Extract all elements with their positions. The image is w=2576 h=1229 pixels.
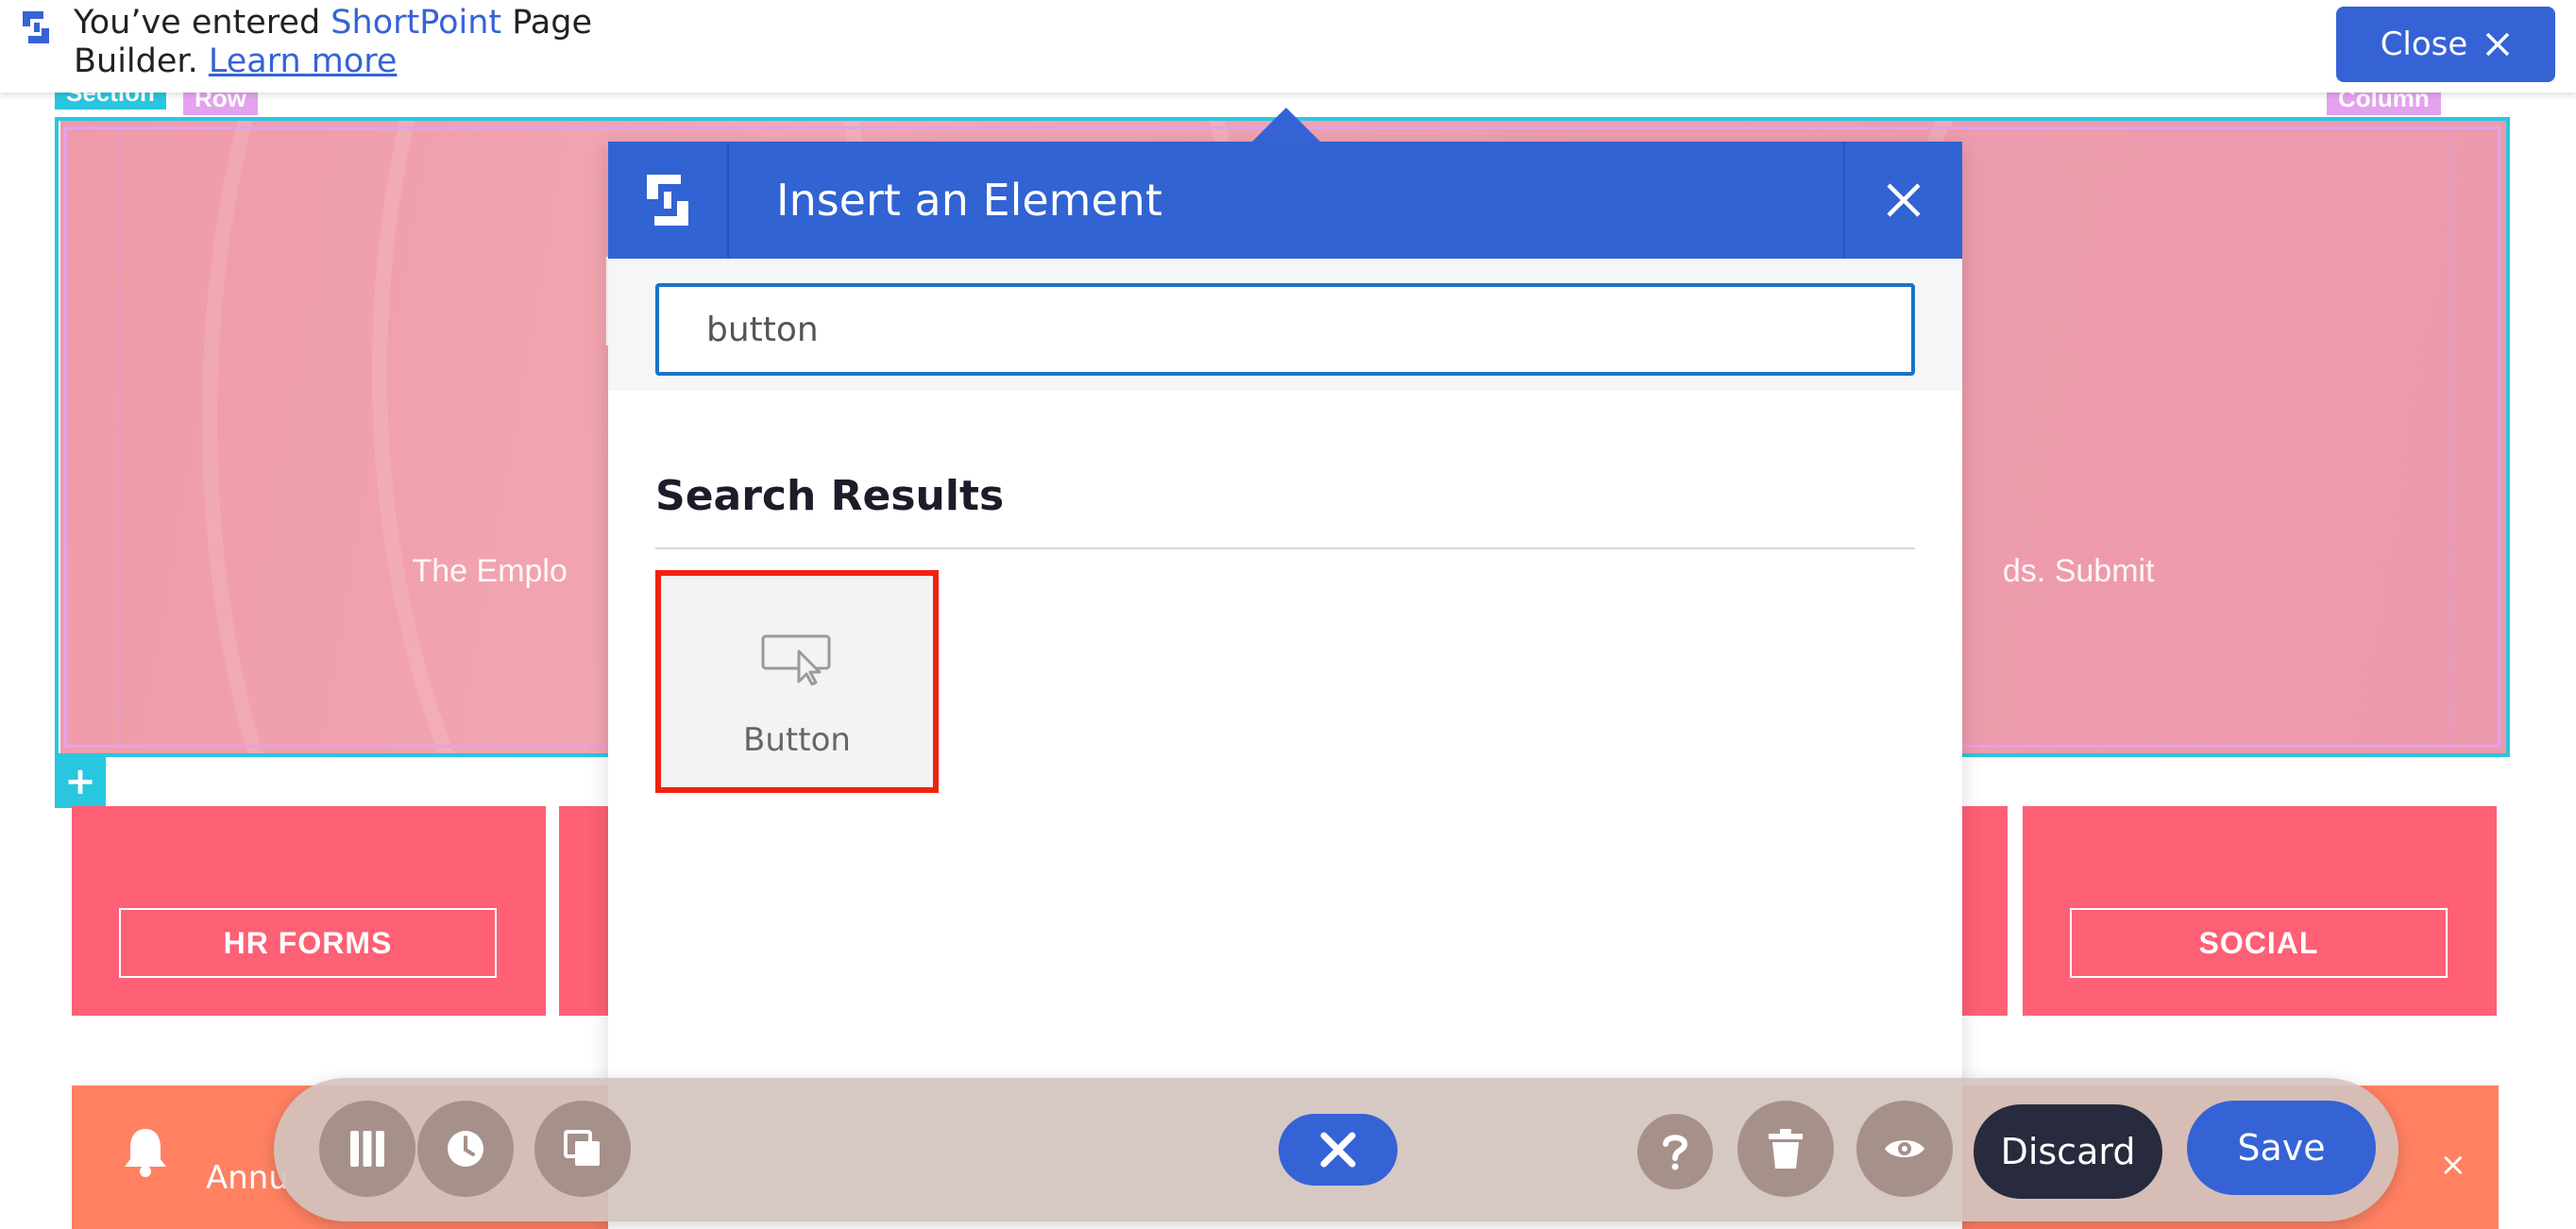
notification-text: You’ve entered ShortPoint Page Builder. … [74,4,592,80]
add-section-button[interactable]: + [55,757,106,808]
dialog-header: Insert an Element [608,142,1962,259]
copy-button[interactable] [534,1101,631,1197]
hr-forms-button[interactable]: HR FORMS [119,908,497,978]
tile-hr-forms: HR FORMS [72,806,546,1016]
divider [655,547,1915,549]
learn-more-link[interactable]: Learn more [209,42,398,80]
shortpoint-logo-icon [23,11,49,43]
cancel-button[interactable] [1279,1114,1398,1186]
dialog-close-button[interactable] [1843,142,1962,259]
social-button[interactable]: SOCIAL [2070,908,2448,978]
help-icon [1663,1135,1688,1170]
columns-button[interactable] [319,1101,415,1197]
close-icon [2486,32,2510,57]
editor-toolbar: Discard Save [274,1078,2398,1221]
search-results-heading: Search Results [655,472,1005,520]
close-editor-button[interactable]: Close [2336,7,2555,82]
tile-social: SOCIAL [2023,806,2497,1016]
announcement-close-icon[interactable]: × [2440,1146,2467,1184]
element-search-input[interactable] [655,283,1915,376]
trash-icon [1769,1129,1803,1169]
copy-icon [564,1130,600,1166]
eye-icon [1885,1140,1924,1157]
dialog-title: Insert an Element [776,175,1162,226]
history-button[interactable] [417,1101,514,1197]
dialog-logo [608,142,729,259]
insert-element-dialog: Insert an Element Search Results Button [608,142,1962,1229]
shortpoint-logo-icon [647,175,688,226]
cancel-icon [1320,1132,1356,1168]
save-button[interactable]: Save [2187,1101,2376,1195]
dialog-pointer [1252,108,1320,142]
brand-name: ShortPoint [330,4,502,42]
close-icon [1887,183,1921,217]
builder-notification-bar: You’ve entered ShortPoint Page Builder. … [0,0,2576,93]
columns-icon [350,1131,384,1167]
search-area [608,259,1962,391]
bell-icon [125,1129,166,1177]
history-icon [448,1131,483,1167]
preview-button[interactable] [1856,1101,1953,1197]
result-button-element[interactable]: Button [655,570,939,793]
delete-button[interactable] [1737,1101,1834,1197]
close-editor-label: Close [2380,25,2468,63]
result-label: Button [743,721,851,759]
help-button[interactable] [1637,1114,1713,1189]
discard-button[interactable]: Discard [1974,1104,2162,1199]
button-cursor-icon [761,634,831,685]
